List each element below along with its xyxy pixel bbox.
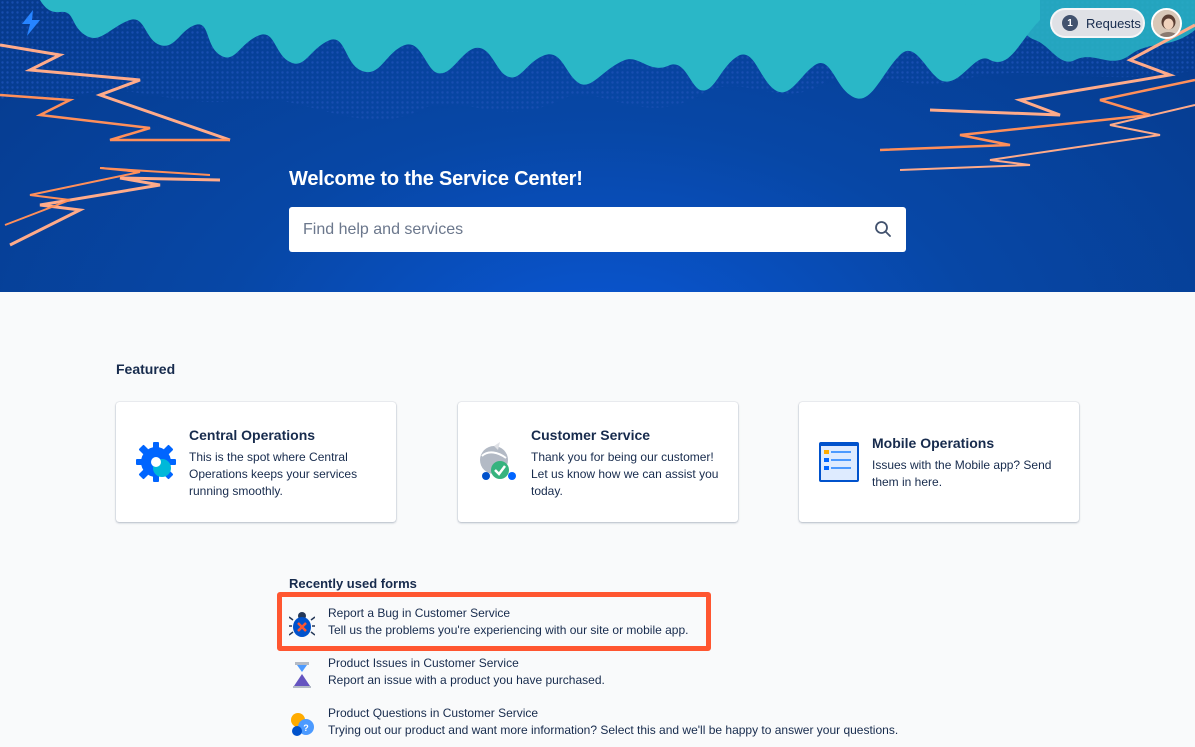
jira-service-management-bolt-icon[interactable]: [20, 10, 42, 36]
form-title: Product Issues in Customer Service: [328, 656, 519, 670]
form-description: Tell us the problems you're experiencing…: [328, 623, 689, 637]
recent-form-product-issues[interactable]: Product Issues in Customer Service Repor…: [289, 656, 909, 696]
featured-heading: Featured: [116, 361, 176, 377]
requests-count-badge: 1: [1062, 15, 1078, 31]
hourglass-icon: [293, 662, 311, 688]
recent-form-product-questions[interactable]: ? Product Questions in Customer Service …: [289, 706, 909, 746]
search-input[interactable]: [289, 207, 849, 252]
featured-card-central-operations[interactable]: Central Operations This is the spot wher…: [116, 402, 396, 522]
user-avatar[interactable]: [1151, 8, 1182, 39]
requests-label: Requests: [1086, 15, 1141, 31]
recent-form-report-bug[interactable]: Report a Bug in Customer Service Tell us…: [289, 606, 909, 646]
svg-text:?: ?: [303, 723, 309, 733]
form-title: Product Questions in Customer Service: [328, 706, 539, 720]
form-description: Trying out our product and want more inf…: [328, 723, 899, 737]
card-title: Central Operations: [189, 427, 316, 443]
card-title: Mobile Operations: [872, 435, 995, 451]
card-description: Issues with the Mobile app? Send them in…: [872, 458, 1052, 489]
customer-service-globe-icon: [480, 442, 516, 480]
gear-icon: [136, 442, 176, 482]
form-title: Report a Bug in Customer Service: [328, 606, 511, 620]
question-bubbles-icon: ?: [291, 713, 314, 736]
mobile-browser-icon: [819, 442, 859, 482]
requests-button[interactable]: 1 Requests: [1050, 8, 1145, 38]
card-title: Customer Service: [531, 427, 651, 443]
form-description: Report an issue with a product you have …: [328, 673, 605, 687]
card-description: This is the spot where Central Operation…: [189, 450, 358, 498]
featured-card-customer-service[interactable]: Customer Service Thank you for being our…: [458, 402, 738, 522]
search-bar: [289, 207, 906, 252]
bug-icon: [289, 612, 315, 637]
card-description: Thank you for being our customer! Let us…: [531, 450, 719, 498]
hero-banner: 1 Requests Welcome to the Service Center…: [0, 0, 1195, 292]
featured-card-mobile-operations[interactable]: Mobile Operations Issues with the Mobile…: [799, 402, 1079, 522]
page-title: Welcome to the Service Center!: [289, 168, 583, 190]
search-icon[interactable]: [874, 220, 892, 238]
recent-forms-heading: Recently used forms: [289, 576, 417, 591]
